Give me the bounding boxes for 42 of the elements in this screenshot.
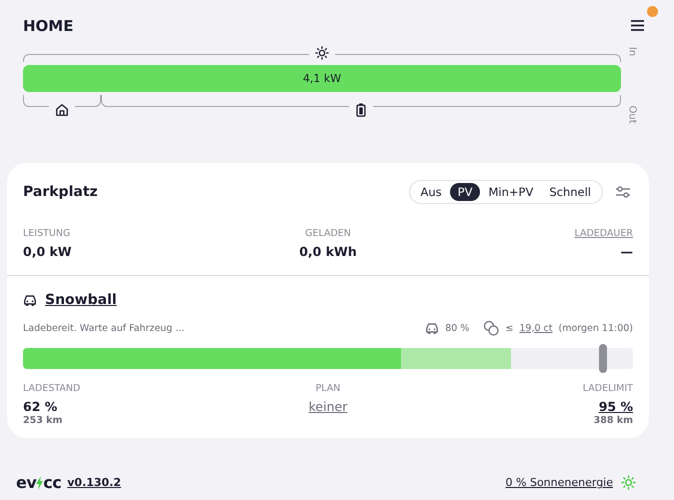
logo: ev cc v0.130.2 xyxy=(16,473,122,492)
stat-label: LADEDAUER xyxy=(574,228,633,239)
power-value: 4,1 kW xyxy=(302,72,342,85)
battery-icon xyxy=(354,103,367,117)
settings-icon xyxy=(615,185,631,199)
stat-value: 62 % xyxy=(23,399,58,414)
version-link[interactable]: v0.130.2 xyxy=(67,476,122,489)
price-time: (morgen 11:00) xyxy=(558,322,633,334)
limit-slider-handle[interactable] xyxy=(598,344,606,373)
stat-subvalue: 253 km xyxy=(23,415,62,426)
bolt-icon xyxy=(36,476,44,490)
mode-tab[interactable]: Min+PV xyxy=(480,183,542,201)
coins-icon xyxy=(483,320,500,336)
stat-link[interactable]: keiner xyxy=(308,399,348,414)
status-text: Ladebereit. Warte auf Fahrzeug ... xyxy=(23,322,184,334)
mode-tab[interactable]: Schnell xyxy=(541,183,599,201)
stat-value: — xyxy=(620,244,633,259)
car-icon xyxy=(23,294,37,306)
stat-label: LADELIMIT xyxy=(582,383,633,394)
stat-subvalue: 388 km xyxy=(594,415,633,426)
stat-link[interactable]: 95 % xyxy=(598,399,633,414)
home-icon xyxy=(54,103,69,117)
sun-icon xyxy=(621,475,636,490)
vehicle-name[interactable]: Snowball xyxy=(45,292,117,308)
solar-link[interactable]: 0 % Sonnenenergie xyxy=(506,475,636,490)
target-soc: 80 % xyxy=(445,322,470,334)
stat-value: 0,0 kW xyxy=(23,244,72,259)
loadpoint-title: Parkplatz xyxy=(23,184,98,200)
stat-label: GELADEN xyxy=(305,228,351,239)
price-prefix: ≤ xyxy=(505,322,514,334)
mode-tab[interactable]: Aus xyxy=(412,183,450,201)
price-link[interactable]: 19,0 ct xyxy=(519,322,552,334)
mode-tab[interactable]: PV xyxy=(450,183,480,201)
stat-label: PLAN xyxy=(316,383,340,394)
stat-label: LEISTUNG xyxy=(23,228,70,239)
in-label: In xyxy=(626,46,638,58)
stat-label: LADESTAND xyxy=(23,383,80,394)
page-title: HOME xyxy=(23,16,74,34)
menu-icon xyxy=(631,20,644,31)
sun-icon xyxy=(315,46,329,60)
stat-value: 0,0 kWh xyxy=(299,244,357,259)
car-icon xyxy=(425,322,440,334)
